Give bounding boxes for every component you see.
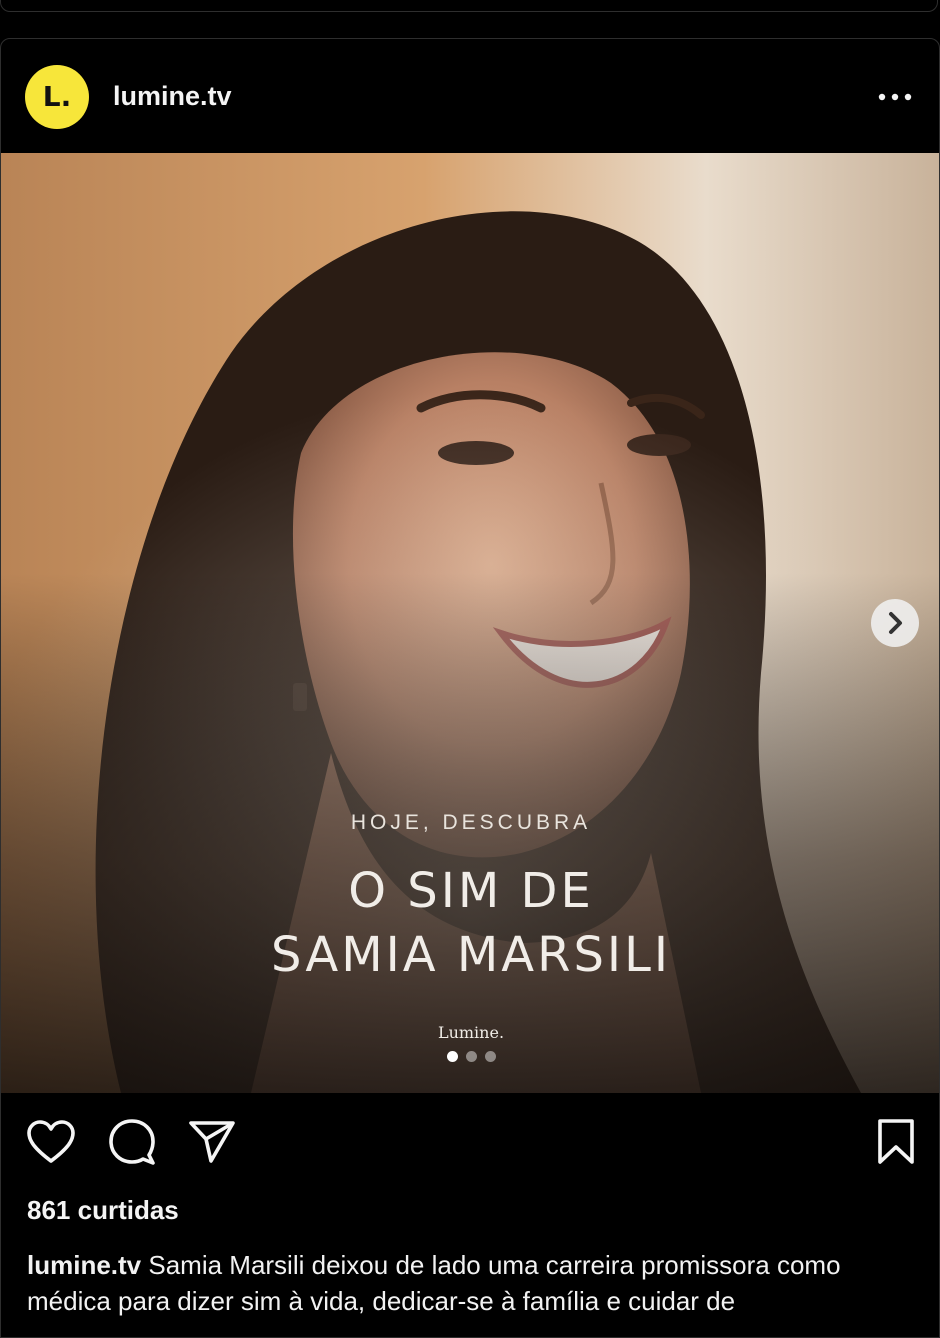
send-icon[interactable]	[187, 1117, 237, 1172]
comment-icon[interactable]	[107, 1117, 157, 1172]
post-header: L. lumine.tv	[1, 39, 939, 153]
more-options-icon[interactable]	[877, 83, 913, 111]
carousel-dot	[484, 1051, 496, 1062]
post-media-carousel[interactable]: HOJE, DESCUBRA O SIM DE SAMIA MARSILI Lu…	[1, 153, 939, 1093]
caption-username[interactable]: lumine.tv	[27, 1250, 141, 1280]
post-actions-bar	[1, 1093, 939, 1193]
avatar[interactable]: L.	[25, 65, 89, 129]
brand-watermark: Lumine.	[437, 1023, 505, 1042]
previous-post-card	[0, 0, 938, 12]
carousel-next-button[interactable]	[871, 599, 919, 647]
chevron-right-icon	[889, 612, 902, 634]
likes-count[interactable]: 861 curtidas	[27, 1195, 179, 1226]
caption-text: Samia Marsili deixou de lado uma carreir…	[27, 1250, 841, 1316]
overlay-title-line2: SAMIA MARSILI	[271, 927, 671, 983]
carousel-dot-active	[446, 1051, 458, 1062]
bookmark-icon[interactable]	[875, 1117, 917, 1172]
overlay-kicker: HOJE, DESCUBRA	[350, 811, 592, 834]
carousel-dot	[465, 1051, 477, 1062]
carousel-indicator	[1, 1051, 939, 1062]
heart-icon[interactable]	[25, 1119, 77, 1172]
overlay-title-line1: O SIM DE	[348, 863, 594, 919]
account-username[interactable]: lumine.tv	[113, 79, 232, 113]
post-caption: lumine.tv Samia Marsili deixou de lado u…	[27, 1247, 907, 1319]
instagram-post: L. lumine.tv HOJE, DESCUBRA O SIM DE SAM…	[0, 38, 940, 1338]
